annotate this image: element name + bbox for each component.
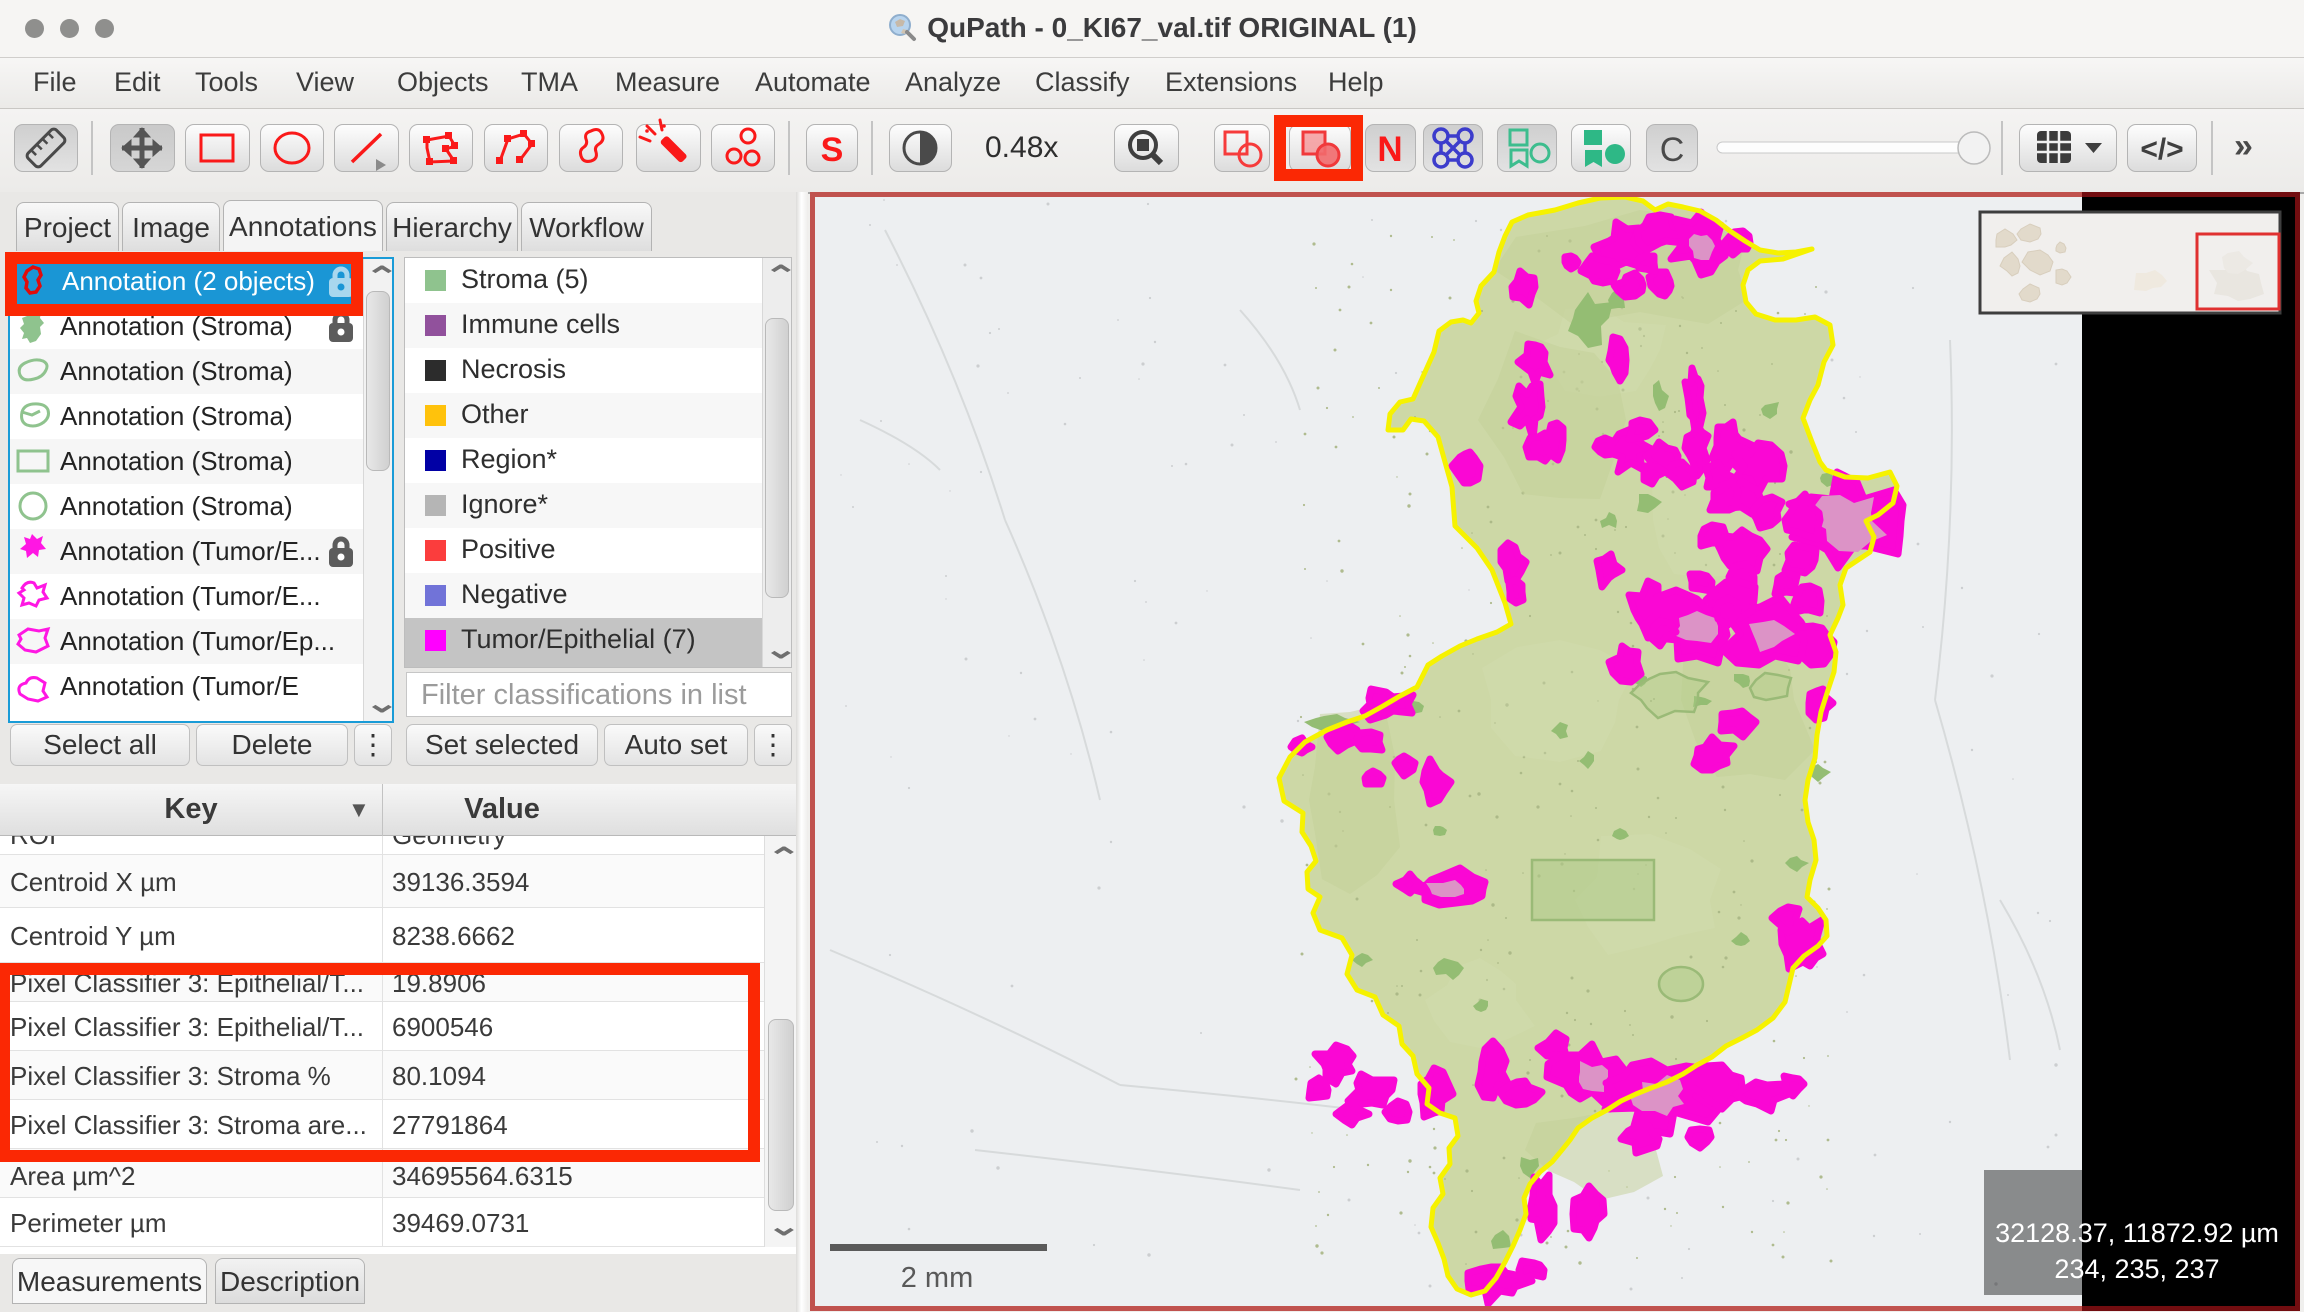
svg-text:C: C xyxy=(1660,131,1685,169)
svg-text:N: N xyxy=(1377,130,1402,169)
svg-text:S: S xyxy=(821,131,844,169)
svg-text:32128.37, 11872.92 µm: 32128.37, 11872.92 µm xyxy=(1995,1218,2279,1248)
svg-text:</>: </> xyxy=(2140,133,2183,166)
svg-text:234, 235, 237: 234, 235, 237 xyxy=(2054,1254,2219,1284)
svg-text:2 mm: 2 mm xyxy=(901,1262,974,1294)
